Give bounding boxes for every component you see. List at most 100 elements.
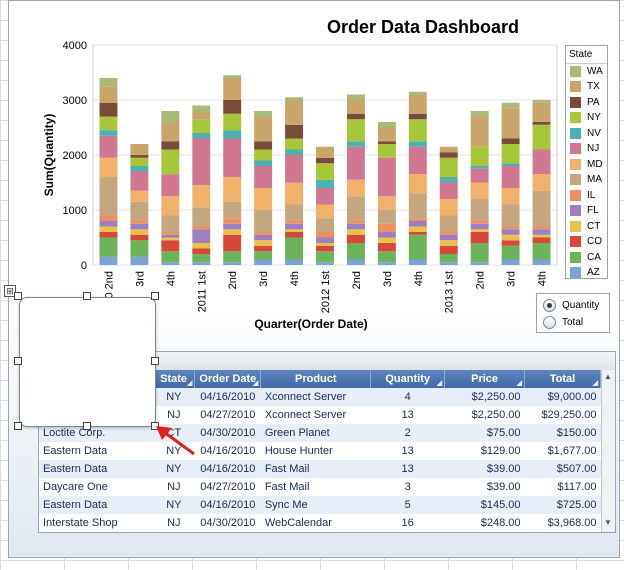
scroll-up-icon[interactable]: ▲ — [604, 372, 612, 381]
radio-total-label: Total — [562, 316, 584, 328]
bar-segment-tx — [223, 78, 242, 100]
bar-segment-wa — [532, 100, 551, 103]
bar-segment-nv — [501, 163, 520, 166]
x-tick-label: 2012 1st — [320, 271, 332, 313]
table-row[interactable]: Eastern Data NY 04/16/2010 House Hunter 13 $1… — [39, 442, 601, 460]
bar-segment-pa — [161, 141, 180, 150]
header-product[interactable]: Product — [260, 370, 372, 388]
bar-segment-co — [192, 248, 211, 254]
y-tick-label: 4000 — [63, 40, 87, 52]
legend-label: NJ — [587, 143, 600, 154]
bar-segment-co — [470, 232, 489, 243]
product-cell: Fast Mail — [260, 460, 371, 478]
bar-segment-tx — [470, 116, 489, 147]
bar-segment-ny — [130, 157, 149, 166]
header-order-date[interactable]: Order Date ◢ — [194, 370, 262, 388]
bar-segment-fl — [130, 223, 149, 230]
resize-handle-right[interactable] — [151, 357, 159, 365]
bar-segment-ma — [130, 201, 149, 221]
bar-segment-fl — [192, 229, 211, 243]
legend-swatch — [570, 127, 581, 139]
bar-segment-co — [408, 232, 427, 235]
resize-handle-top-left[interactable] — [14, 292, 22, 300]
bar-segment-ct — [223, 229, 242, 235]
price-cell: $248.00 — [444, 514, 525, 532]
bar-segment-ct — [470, 229, 489, 232]
state-cell: NJ — [152, 514, 195, 532]
resize-handle-bottom-left[interactable] — [14, 422, 22, 430]
date-cell: 04/30/2010 — [194, 424, 261, 442]
bar-segment-az — [377, 262, 396, 265]
resize-handle-top-right[interactable] — [151, 292, 159, 300]
bar-segment-tx — [439, 146, 458, 153]
customer-cell: Daycare One — [39, 478, 153, 496]
radio-total[interactable]: Total — [543, 315, 583, 329]
header-price[interactable]: Price ◢ — [444, 370, 526, 388]
y-tick-label: 0 — [81, 260, 87, 272]
bar-segment-co — [501, 240, 520, 246]
header-state[interactable]: State ◢ — [152, 370, 196, 388]
bar-segment-ma — [408, 193, 427, 219]
scroll-down-icon[interactable]: ▼ — [604, 518, 612, 527]
table-vertical-scrollbar[interactable]: ▲ ▼ — [601, 370, 615, 532]
legend-swatch — [570, 174, 581, 185]
bar-segment-az — [130, 256, 149, 265]
bar-segment-nv — [254, 160, 273, 166]
legend-label: TX — [587, 81, 600, 92]
bar-segment-wa — [161, 111, 180, 122]
bar-segment-nj — [223, 138, 242, 177]
price-cell: $75.00 — [444, 424, 525, 442]
bar-segment-pa — [316, 157, 334, 164]
bar-segment-ma — [99, 177, 118, 216]
table-row[interactable]: Interstate Shop NJ 04/30/2010 WebCalendar 16… — [39, 514, 601, 532]
stacked-bar-chart: 0100020003000400010 2nd 3rd 4th 2011 1st 2nd… — [42, 40, 558, 331]
resize-handle-top[interactable] — [83, 292, 91, 300]
bar-segment-ca — [439, 254, 458, 263]
total-cell: $9,000.00 — [524, 388, 601, 406]
table-row[interactable]: Eastern Data NY 04/16/2010 Sync Me 5 $145.00 $… — [39, 496, 601, 514]
product-cell: Sync Me — [260, 496, 371, 514]
legend-swatch — [570, 112, 581, 123]
bar-segment-ny — [346, 119, 365, 142]
sort-icon: ◢ — [186, 380, 193, 387]
product-cell: WebCalendar — [260, 514, 371, 532]
bar-segment-ct — [408, 226, 427, 232]
bar-segment-az — [285, 259, 304, 265]
legend-swatch — [570, 251, 581, 263]
selected-shape[interactable] — [19, 297, 156, 427]
radio-unselected-icon[interactable] — [543, 315, 556, 329]
quantity-cell: 16 — [370, 514, 445, 532]
legend-label: NV — [587, 127, 601, 139]
bar-segment-ca — [470, 243, 489, 263]
radio-quantity[interactable]: Quantity — [543, 298, 599, 312]
total-cell: $117.00 — [524, 478, 601, 496]
bar-segment-nj — [99, 135, 118, 158]
resize-handle-bottom[interactable] — [83, 422, 91, 430]
bar-segment-fl — [532, 229, 551, 235]
bar-segment-fl — [439, 234, 458, 241]
bar-segment-ct — [254, 240, 273, 246]
header-total[interactable]: Total ◢ — [524, 370, 601, 388]
table-row[interactable]: Eastern Data NY 04/16/2010 Fast Mail 13 $39.0… — [39, 460, 601, 478]
total-cell: $507.00 — [524, 460, 601, 478]
legend-label: NY — [587, 112, 601, 123]
radio-selected-icon[interactable] — [543, 298, 556, 312]
quantity-cell: 4 — [370, 388, 445, 406]
legend-label: FL — [587, 205, 599, 216]
bar-segment-ca — [161, 251, 180, 263]
legend-label: CT — [587, 220, 601, 232]
product-cell: Xconnect Server — [260, 388, 371, 406]
bar-segment-tx — [408, 94, 427, 114]
bar-segment-ct — [439, 240, 458, 246]
product-cell: House Hunter — [260, 442, 371, 460]
bar-segment-nj — [501, 166, 520, 188]
bar-segment-ny — [532, 124, 551, 150]
bar-segment-ma — [316, 218, 334, 232]
legend-swatch — [570, 158, 581, 170]
resize-handle-left[interactable] — [14, 357, 22, 365]
table-row[interactable]: Daycare One NJ 04/27/2010 Fast Mail 3 $39.00 $… — [39, 478, 601, 496]
header-quantity[interactable]: Quantity ◢ — [370, 370, 446, 388]
bar-segment-co — [377, 243, 396, 252]
bar-segment-ca — [501, 245, 520, 260]
legend-label: MA — [587, 174, 602, 185]
